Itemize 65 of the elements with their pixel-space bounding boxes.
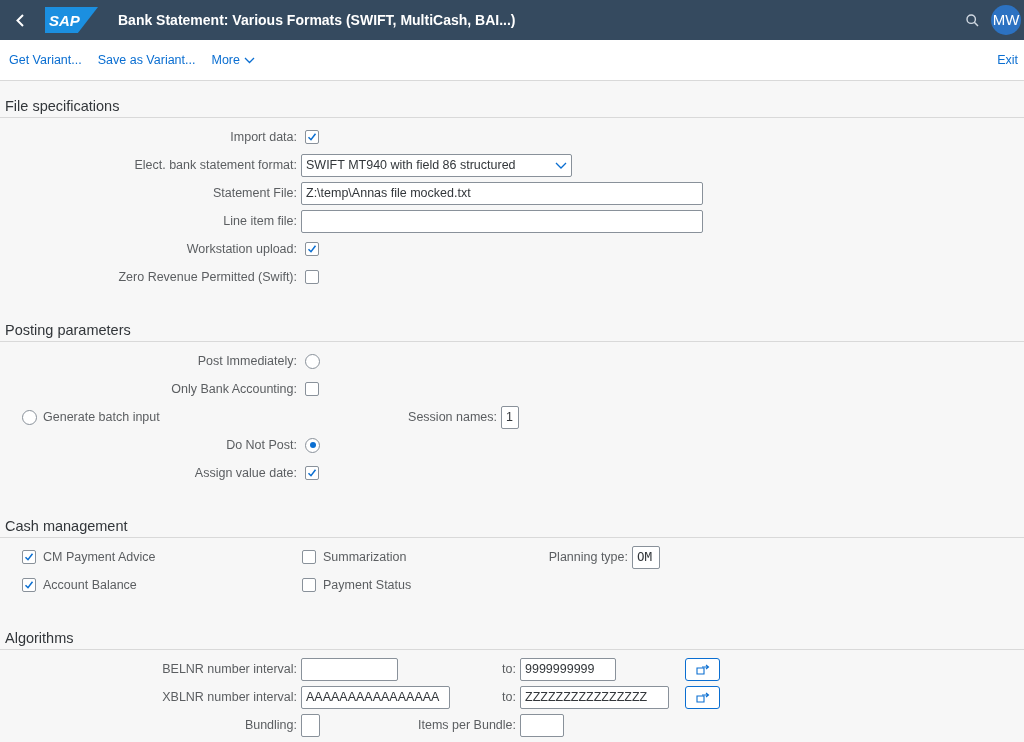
input-field[interactable]: OM <box>632 545 660 569</box>
field-label: Line item file: <box>223 212 297 230</box>
sap-logo: SAP <box>45 7 98 33</box>
checked-checkbox[interactable] <box>305 130 319 144</box>
field-label: Planning type: <box>548 548 628 566</box>
checked-checkbox[interactable] <box>305 242 319 256</box>
input-field[interactable] <box>301 713 320 737</box>
field-label: to: <box>502 688 516 706</box>
input-field[interactable]: Z:\temp\Annas file mocked.txt <box>301 181 703 205</box>
input-field[interactable]: 1 <box>501 405 519 429</box>
field-label: Do Not Post: <box>226 436 297 454</box>
toolbar-button[interactable]: Get Variant... <box>9 50 82 70</box>
checkbox-label: Summarization <box>323 548 407 566</box>
section-title: Cash management <box>5 516 128 536</box>
checked-checkbox[interactable] <box>22 578 36 592</box>
search-icon <box>965 13 979 27</box>
radio-button[interactable] <box>305 437 320 453</box>
field-label: Items per Bundle: <box>418 716 516 734</box>
input-field[interactable]: ZZZZZZZZZZZZZZZZ <box>520 685 669 709</box>
checkbox-label: Account Balance <box>43 576 137 594</box>
checkbox[interactable] <box>305 382 319 396</box>
radio-label: Generate batch input <box>43 408 160 426</box>
toolbar-button[interactable]: Save as Variant... <box>97 50 196 70</box>
more-button[interactable]: More <box>211 50 255 70</box>
field-label: Elect. bank statement format: <box>134 156 297 174</box>
multiple-selection-button[interactable] <box>685 685 720 709</box>
checkbox[interactable] <box>305 270 319 284</box>
field-label: Bundling: <box>244 716 297 734</box>
input-field[interactable] <box>301 209 703 233</box>
arrow-out-of-box-icon <box>695 663 710 675</box>
chevron-down-icon <box>555 161 567 169</box>
section-title: Algorithms <box>5 628 74 648</box>
checked-checkbox[interactable] <box>22 550 36 564</box>
input-field[interactable] <box>520 713 564 737</box>
app-title: Bank Statement: Various Formats (SWIFT, MultiCash, BAI...) <box>118 10 516 30</box>
format-dropdown[interactable]: SWIFT MT940 with field 86 structured <box>301 153 572 177</box>
field-label: XBLNR number interval: <box>162 688 297 706</box>
chevron-down-icon <box>243 56 255 64</box>
field-label: Only Bank Accounting: <box>171 380 297 398</box>
exit-button[interactable]: Exit <box>997 50 1018 70</box>
field-label: Assign value date: <box>194 464 297 482</box>
back-icon <box>16 13 24 27</box>
field-label: Statement File: <box>212 184 297 202</box>
input-field[interactable]: AAAAAAAAAAAAAAAA <box>301 685 450 709</box>
radio-button[interactable] <box>305 353 320 369</box>
field-label: Session names: <box>408 408 497 426</box>
arrow-out-of-box-icon <box>695 691 710 703</box>
field-label: Post Immediately: <box>197 352 297 370</box>
user-avatar[interactable]: MW <box>991 5 1021 35</box>
field-label: Import data: <box>230 128 297 146</box>
field-label: Workstation upload: <box>186 240 297 258</box>
section-title: File specifications <box>5 96 120 116</box>
field-label: to: <box>502 660 516 678</box>
checkbox-label: CM Payment Advice <box>43 548 156 566</box>
input-field[interactable]: 9999999999 <box>520 657 616 681</box>
checkbox[interactable] <box>302 550 316 564</box>
field-label: BELNR number interval: <box>162 660 297 678</box>
multiple-selection-button[interactable] <box>685 657 720 681</box>
section-title: Posting parameters <box>5 320 131 340</box>
radio-button[interactable] <box>22 409 37 425</box>
input-field[interactable] <box>301 657 398 681</box>
checked-checkbox[interactable] <box>305 466 319 480</box>
checkbox[interactable] <box>302 578 316 592</box>
field-label: Zero Revenue Permitted (Swift): <box>118 268 297 286</box>
checkbox-label: Payment Status <box>323 576 412 594</box>
